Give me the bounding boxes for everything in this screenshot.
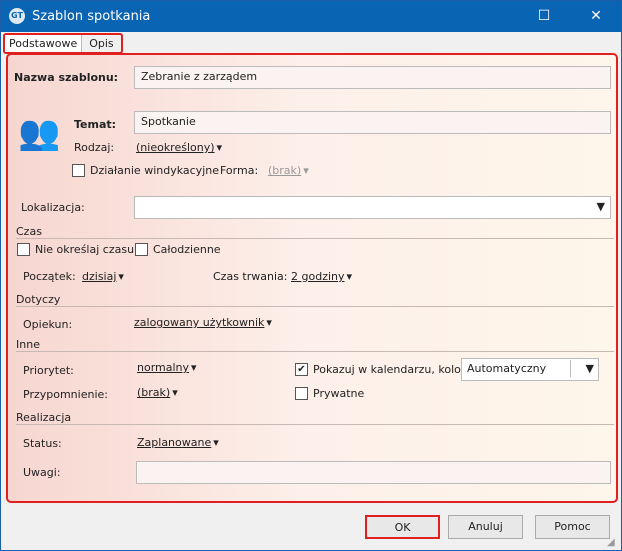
rodzaj-dropdown[interactable]: (nieokreślony)	[136, 141, 222, 154]
windykacyjne-checkbox[interactable]	[72, 164, 85, 177]
close-button[interactable]: ✕	[581, 5, 611, 27]
forma-label: Forma:	[220, 164, 259, 177]
nazwa-input[interactable]: Zebranie z zarządem	[134, 66, 611, 89]
trwanie-dropdown[interactable]: 2 godziny	[291, 270, 352, 283]
window-title: Szablon spotkania	[32, 9, 151, 24]
form-panel: Nazwa szablonu: Zebranie z zarządem 👥 Te…	[6, 53, 618, 503]
resize-grip-icon[interactable]: ◢	[607, 537, 615, 548]
kolor-value: Automatyczny	[463, 360, 571, 377]
poczatek-dropdown[interactable]: dzisiaj	[82, 270, 124, 283]
contacts-icon: 👥	[18, 113, 61, 153]
tab-opis[interactable]: Opis	[82, 35, 120, 52]
nie-okreslaj-label: Nie określaj czasu	[35, 243, 135, 256]
prywatne-checkbox[interactable]	[295, 387, 308, 400]
dotyczy-section: Dotyczy	[16, 293, 614, 307]
kolor-select[interactable]: Automatyczny ▼	[461, 358, 599, 381]
przypomnienie-dropdown[interactable]: (brak)	[137, 386, 178, 399]
calodzienne-label: Całodzienne	[153, 243, 221, 256]
nazwa-label: Nazwa szablonu:	[14, 71, 119, 84]
uwagi-label: Uwagi:	[23, 466, 61, 479]
tab-strip: Podstawowe Opis	[3, 33, 123, 54]
tab-podstawowe[interactable]: Podstawowe	[5, 35, 83, 52]
lokalizacja-label: Lokalizacja:	[21, 201, 85, 214]
app-logo-icon: GT	[9, 8, 25, 24]
temat-input[interactable]: Spotkanie	[134, 111, 611, 134]
prywatne-label: Prywatne	[313, 387, 365, 400]
czas-section: Czas	[16, 225, 614, 239]
rodzaj-label: Rodzaj:	[74, 141, 115, 154]
cancel-button[interactable]: Anuluj	[448, 515, 523, 539]
help-button[interactable]: Pomoc	[535, 515, 610, 539]
status-label: Status:	[23, 437, 62, 450]
nie-okreslaj-checkbox[interactable]	[17, 243, 30, 256]
priorytet-dropdown[interactable]: normalny	[137, 361, 197, 374]
uwagi-input[interactable]	[136, 461, 611, 484]
forma-dropdown[interactable]: (brak)	[268, 164, 309, 177]
chevron-down-icon: ▼	[585, 362, 594, 375]
ok-button[interactable]: OK	[365, 515, 440, 539]
temat-label: Temat:	[74, 118, 117, 131]
przypomnienie-label: Przypomnienie:	[23, 388, 108, 401]
windykacyjne-label: Działanie windykacyjne	[90, 164, 219, 177]
opiekun-dropdown[interactable]: zalogowany użytkownik	[134, 316, 272, 329]
maximize-button[interactable]: ☐	[529, 5, 559, 27]
title-bar: GT Szablon spotkania ☐ ✕	[1, 1, 621, 32]
trwanie-label: Czas trwania:	[213, 270, 288, 283]
priorytet-label: Priorytet:	[23, 364, 74, 377]
lokalizacja-select[interactable]: ▼	[134, 196, 611, 219]
poczatek-label: Początek:	[23, 270, 76, 283]
opiekun-label: Opiekun:	[23, 318, 73, 331]
chevron-down-icon: ▼	[596, 200, 605, 213]
status-dropdown[interactable]: Zaplanowane	[137, 436, 219, 449]
realizacja-section: Realizacja	[16, 411, 614, 425]
pokazuj-label: Pokazuj w kalendarzu, kolor:	[313, 363, 469, 376]
inne-section: Inne	[16, 338, 614, 352]
calodzienne-checkbox[interactable]	[135, 243, 148, 256]
pokazuj-checkbox[interactable]: ✔	[295, 363, 308, 376]
dialog-window: GT Szablon spotkania ☐ ✕ Podstawowe Opis…	[0, 0, 622, 551]
